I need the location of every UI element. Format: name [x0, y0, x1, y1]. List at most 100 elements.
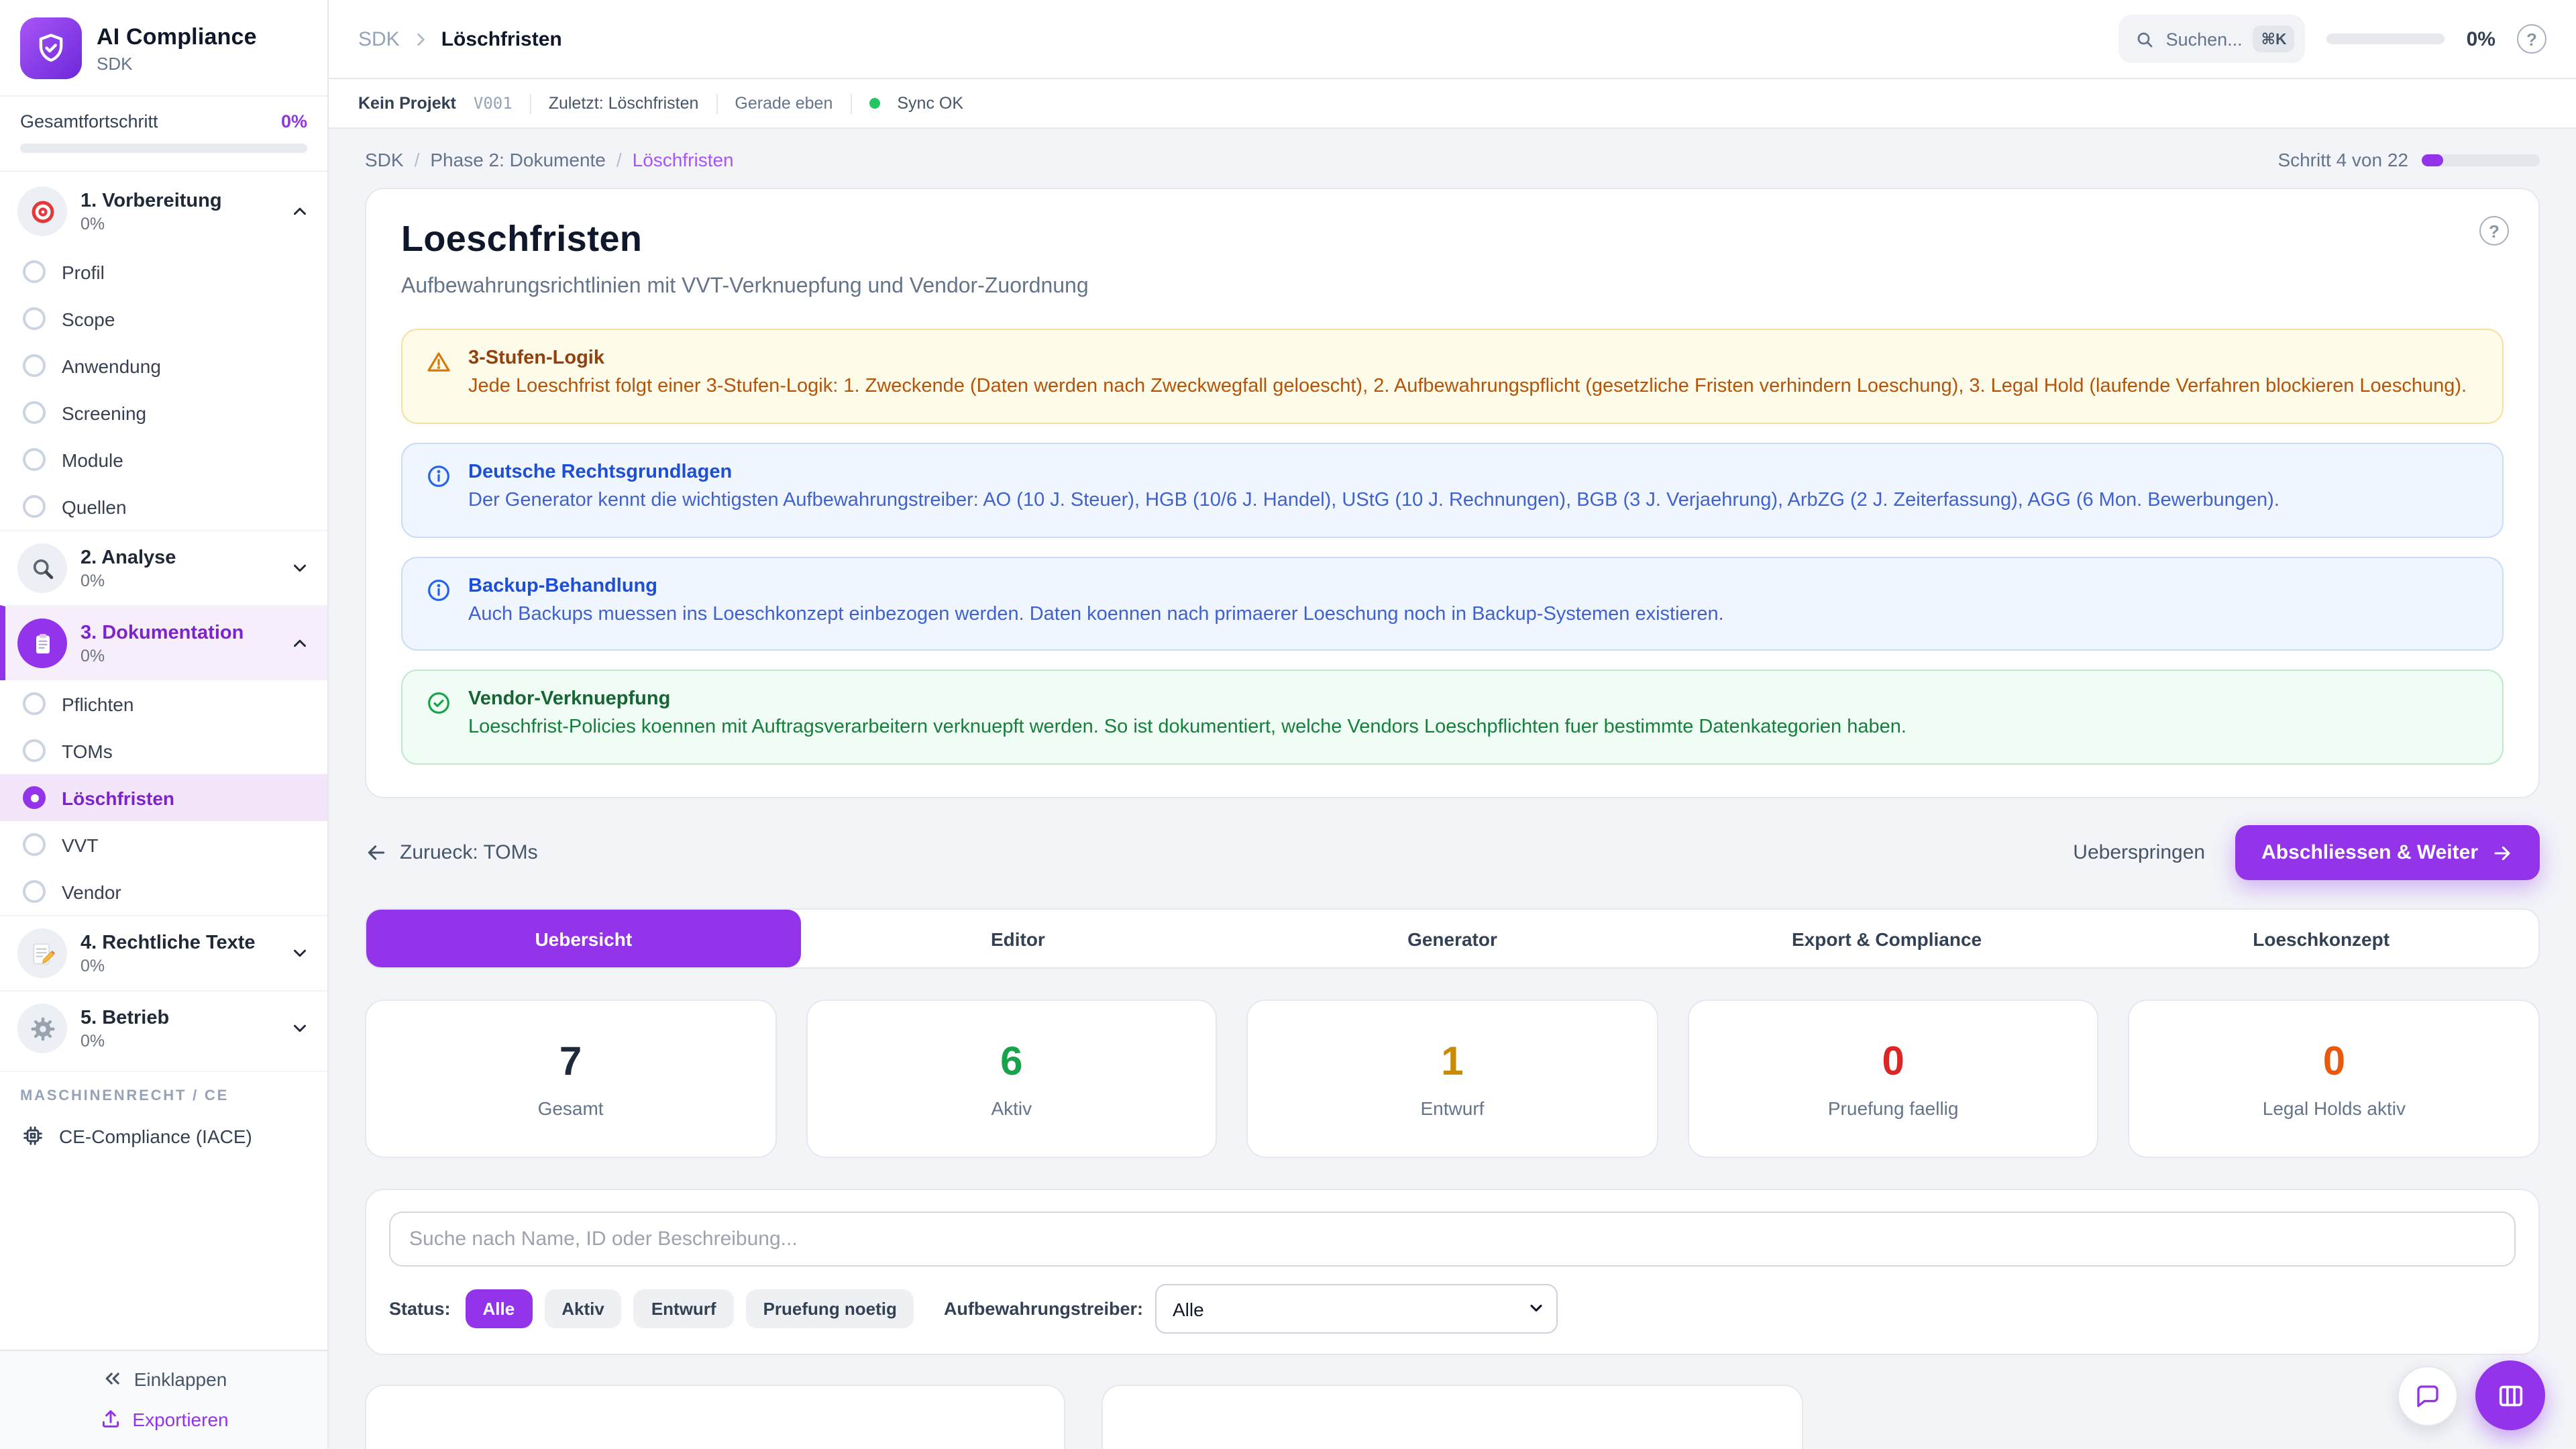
tab-generator[interactable]: Generator: [1235, 910, 1670, 967]
alert-deutsche-rechtsgrundlagen: Deutsche Rechtsgrundlagen Der Generator …: [401, 443, 2504, 538]
sidebar-item-screening[interactable]: Screening: [0, 389, 327, 436]
alert-3-stufen-logik: 3-Stufen-Logik Jede Loeschfrist folgt ei…: [401, 329, 2504, 424]
status-filter-alle[interactable]: Alle: [466, 1289, 533, 1328]
back-button[interactable]: Zurueck: TOMs: [365, 841, 538, 864]
info-circle-icon: [425, 576, 452, 630]
stat-legal-holds: 0 Legal Holds aktiv: [2129, 1000, 2540, 1158]
info-circle-icon: [425, 463, 452, 517]
breadcrumb-current: Löschfristen: [441, 28, 562, 50]
driver-filter-label: Aufbewahrungstreiber:: [944, 1299, 1143, 1319]
sidebar-nav: 1. Vorbereitung 0% Profil Scope Anwendun…: [0, 172, 327, 1350]
chevron-up-icon: [290, 633, 310, 653]
step-label: Schritt 4 von 22: [2277, 149, 2408, 170]
sidebar-section-dokumentation[interactable]: 3. Dokumentation 0%: [0, 605, 327, 680]
topbar-breadcrumb: SDK Löschfristen: [358, 28, 562, 50]
radio-icon: [23, 495, 46, 518]
divider: [716, 93, 717, 113]
stat-aktiv: 6 Aktiv: [806, 1000, 1217, 1158]
card-help-icon[interactable]: ?: [2479, 216, 2509, 246]
app-window: AI Compliance SDK Gesamtfortschritt 0% 1…: [0, 0, 2576, 1449]
tab-editor[interactable]: Editor: [801, 910, 1236, 967]
version-badge: V001: [474, 94, 513, 113]
radio-icon: [23, 833, 46, 856]
chevron-down-icon: [290, 1018, 310, 1038]
header-progress-bar: [2327, 34, 2445, 44]
divider: [530, 93, 531, 113]
keyboard-shortcut-badge: ⌘K: [2253, 25, 2295, 52]
chat-button[interactable]: [2398, 1365, 2458, 1426]
policy-card[interactable]: [365, 1385, 1066, 1449]
chevron-down-icon: [290, 943, 310, 963]
tab-loeschkonzept[interactable]: Loeschkonzept: [2104, 910, 2538, 967]
app-title: AI Compliance: [97, 23, 257, 50]
wizard-nav: Zurueck: TOMs Ueberspringen Abschliessen…: [365, 825, 2540, 880]
sidebar-item-vendor[interactable]: Vendor: [0, 868, 327, 915]
magnifier-icon: [17, 543, 67, 593]
upload-icon: [99, 1407, 121, 1430]
sidebar-item-anwendung[interactable]: Anwendung: [0, 342, 327, 389]
sidebar-item-pflichten[interactable]: Pflichten: [0, 680, 327, 727]
target-icon: [17, 186, 67, 236]
stat-entwurf: 1 Entwurf: [1246, 1000, 1658, 1158]
sidebar-item-profil[interactable]: Profil: [0, 248, 327, 295]
sidebar-section-vorbereitung[interactable]: 1. Vorbereitung 0%: [0, 174, 327, 248]
breadcrumb-root[interactable]: SDK: [358, 28, 400, 50]
chevron-right-icon: [412, 30, 429, 48]
sidebar-item-scope[interactable]: Scope: [0, 295, 327, 342]
sidebar-item-vvt[interactable]: VVT: [0, 821, 327, 868]
radio-selected-icon: [23, 786, 46, 809]
help-icon[interactable]: ?: [2517, 24, 2546, 54]
breadcrumb-phase[interactable]: Phase 2: Dokumente: [430, 149, 621, 170]
columns-icon: [2495, 1380, 2526, 1411]
sidebar-section-analyse[interactable]: 2. Analyse 0%: [0, 530, 327, 605]
sidebar-item-module[interactable]: Module: [0, 436, 327, 483]
last-visited-label: Zuletzt: Löschfristen: [549, 94, 699, 113]
tab-export-compliance[interactable]: Export & Compliance: [1670, 910, 2104, 967]
status-filter-pruefung-noetig[interactable]: Pruefung noetig: [746, 1289, 914, 1328]
chevron-down-icon: [290, 558, 310, 578]
breadcrumb-loeschfristen: Löschfristen: [633, 149, 734, 170]
global-search-button[interactable]: Suchen... ⌘K: [2119, 15, 2306, 63]
machine-section-label: MASCHINENRECHT / CE: [0, 1071, 327, 1112]
skip-button[interactable]: Ueberspringen: [2073, 841, 2205, 864]
sidebar-section-betrieb[interactable]: 5. Betrieb 0%: [0, 990, 327, 1065]
page-subtitle: Aufbewahrungsrichtlinien mit VVT-Verknue…: [401, 275, 2504, 299]
floating-buttons: [2398, 1360, 2545, 1430]
finish-next-button[interactable]: Abschliessen & Weiter: [2235, 825, 2540, 880]
columns-panel-button[interactable]: [2475, 1360, 2545, 1430]
overall-progress-bar: [20, 144, 307, 153]
driver-select[interactable]: Alle: [1155, 1284, 1558, 1334]
status-filter-entwurf[interactable]: Entwurf: [634, 1289, 734, 1328]
statusbar: Kein Projekt V001 Zuletzt: Löschfristen …: [329, 79, 2576, 129]
shield-check-icon: [20, 17, 82, 79]
status-filter-aktiv[interactable]: Aktiv: [544, 1289, 622, 1328]
overall-progress: Gesamtfortschritt 0%: [0, 97, 327, 172]
header-progress-value: 0%: [2467, 28, 2496, 50]
chevron-up-icon: [290, 201, 310, 221]
stat-gesamt: 7 Gesamt: [365, 1000, 776, 1158]
stats-row: 7 Gesamt 6 Aktiv 1 Entwurf 0 Pruefung fa…: [365, 1000, 2540, 1158]
sidebar: AI Compliance SDK Gesamtfortschritt 0% 1…: [0, 0, 329, 1449]
title-card: Loeschfristen Aufbewahrungsrichtlinien m…: [365, 188, 2540, 798]
overall-progress-label: Gesamtfortschritt: [20, 111, 158, 131]
memo-icon: [17, 928, 67, 978]
app-subtitle: SDK: [97, 53, 257, 73]
policy-search-input[interactable]: [389, 1212, 2516, 1267]
tab-uebersicht[interactable]: Uebersicht: [366, 910, 801, 967]
collapse-sidebar-button[interactable]: Einklappen: [101, 1367, 227, 1390]
project-status: Kein Projekt: [358, 94, 456, 113]
filter-card: Status: Alle Aktiv Entwurf Pruefung noet…: [365, 1189, 2540, 1355]
export-button[interactable]: Exportieren: [99, 1407, 228, 1430]
sidebar-section-rechtliche-texte[interactable]: 4. Rechtliche Texte 0%: [0, 915, 327, 990]
policy-card[interactable]: [1102, 1385, 1803, 1449]
breadcrumb-sdk[interactable]: SDK: [365, 149, 419, 170]
sidebar-item-toms[interactable]: TOMs: [0, 727, 327, 774]
sidebar-item-loeschfristen[interactable]: Löschfristen: [0, 774, 327, 821]
radio-icon: [23, 401, 46, 424]
brand-header: AI Compliance SDK: [0, 0, 327, 97]
sidebar-item-quellen[interactable]: Quellen: [0, 483, 327, 530]
search-icon: [2135, 29, 2155, 49]
step-progress-bar: [2422, 154, 2540, 166]
sidebar-item-ce-compliance[interactable]: CE-Compliance (IACE): [0, 1112, 327, 1165]
last-saved-time: Gerade eben: [735, 94, 833, 113]
